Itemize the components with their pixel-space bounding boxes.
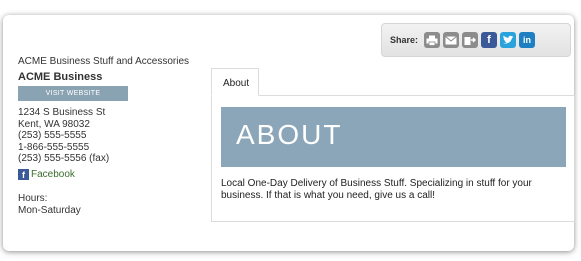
print-icon[interactable] — [424, 32, 441, 48]
save-icon[interactable] — [462, 32, 479, 48]
facebook-small-icon: f — [18, 168, 29, 180]
business-full-name: ACME Business Stuff and Accessories — [18, 56, 190, 67]
business-name: ACME Business — [18, 71, 103, 83]
facebook-link-label[interactable]: Facebook — [31, 169, 75, 180]
hours: Hours: Mon-Saturday — [18, 193, 203, 217]
about-banner: ABOUT — [221, 107, 566, 167]
about-heading: ABOUT — [236, 119, 343, 150]
business-info: ACME Business Stuff and Accessories ACME… — [18, 56, 203, 217]
facebook-icon[interactable]: f — [481, 32, 498, 48]
phone-2[interactable]: 1-866-555-5555 — [18, 142, 203, 154]
hours-label: Hours: — [18, 192, 48, 204]
linkedin-icon[interactable]: in — [519, 32, 536, 48]
about-description: Local One-Day Delivery of Business Stuff… — [221, 178, 532, 201]
tab-about[interactable]: About — [211, 68, 259, 96]
tab-about-label: About — [223, 78, 250, 89]
share-bar: Share: f in — [381, 23, 571, 57]
contact-details: 1234 S Business St Kent, WA 98032 (253) … — [18, 107, 203, 165]
hours-value: Mon-Saturday — [18, 204, 81, 216]
facebook-link[interactable]: f Facebook — [18, 168, 203, 180]
email-icon[interactable] — [443, 32, 460, 48]
twitter-icon[interactable] — [500, 32, 517, 48]
share-label: Share: — [390, 35, 419, 45]
fax-number: (253) 555-5556 (fax) — [18, 153, 110, 164]
address-line-2: Kent, WA 98032 — [18, 118, 90, 130]
phone-1[interactable]: (253) 555-5555 — [18, 130, 203, 142]
address-line-1: 1234 S Business St — [18, 107, 106, 118]
visit-website-button[interactable]: VISIT WEBSITE — [18, 86, 128, 101]
